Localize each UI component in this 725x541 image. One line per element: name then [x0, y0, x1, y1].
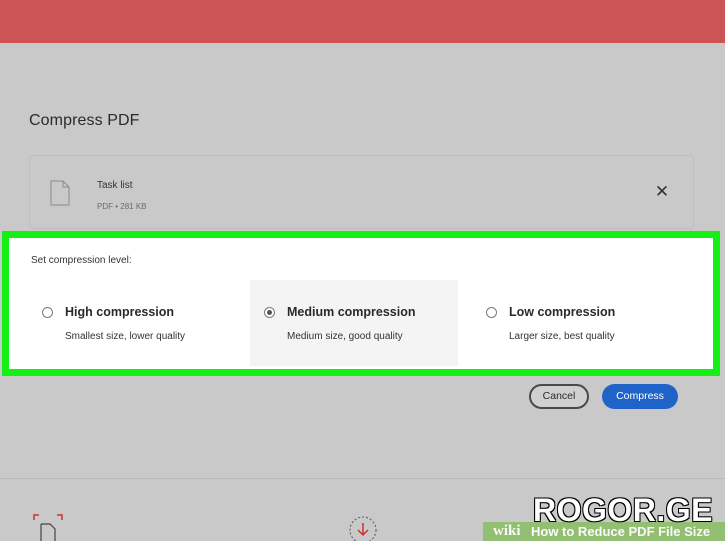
toolbar-divider [0, 478, 725, 479]
file-meta: PDF • 281 KB [97, 202, 147, 211]
file-card: Task list PDF • 281 KB ✕ [29, 155, 694, 229]
compression-level-label: Set compression level: [31, 255, 132, 266]
site-watermark: ROGOR.GE [532, 491, 714, 529]
compression-level-panel: Set compression level: High compression … [2, 231, 720, 376]
app-header-bar [0, 0, 725, 43]
file-name: Task list [97, 180, 133, 191]
cancel-button[interactable]: Cancel [529, 384, 589, 409]
download-icon[interactable] [347, 516, 379, 541]
option-description: Medium size, good quality [287, 331, 403, 342]
high-compression-radio[interactable] [42, 307, 53, 318]
option-title: Low compression [509, 305, 616, 319]
low-compression-radio[interactable] [486, 307, 497, 318]
wiki-logo-text: wiki [493, 523, 521, 539]
crop-document-icon[interactable] [33, 514, 65, 541]
page-title: Compress PDF [29, 112, 140, 129]
option-title: High compression [65, 305, 175, 319]
close-icon: ✕ [654, 182, 670, 201]
option-high-compression[interactable]: High compression Smallest size, lower qu… [28, 280, 236, 366]
option-low-compression[interactable]: Low compression Larger size, best qualit… [472, 280, 680, 366]
option-medium-compression[interactable]: Medium compression Medium size, good qua… [250, 280, 458, 366]
medium-compression-radio[interactable] [264, 307, 275, 318]
compress-button[interactable]: Compress [602, 384, 678, 409]
file-icon [50, 180, 70, 206]
remove-file-button[interactable]: ✕ [653, 182, 671, 202]
option-title: Medium compression [287, 305, 416, 319]
option-description: Larger size, best quality [509, 331, 615, 342]
option-description: Smallest size, lower quality [65, 331, 186, 342]
